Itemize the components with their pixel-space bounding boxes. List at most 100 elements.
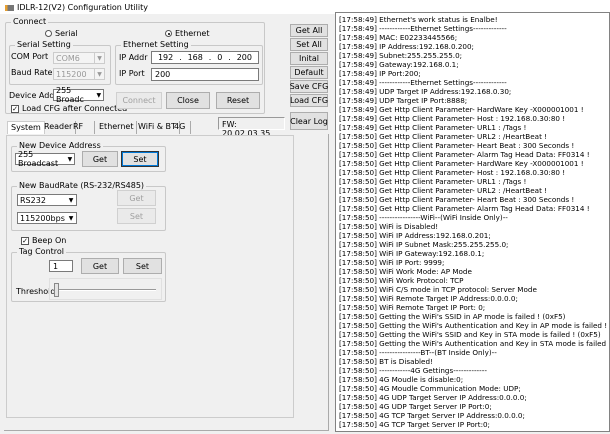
tag-set-button[interactable]: Set xyxy=(123,258,162,274)
load-cfg-label: Load CFG after Connected xyxy=(22,104,128,113)
log-line: [17:58:49] Get Http Client Parameter- UR… xyxy=(339,123,527,132)
log-line: [17:58:49] UDP Target IP Port:8888; xyxy=(339,96,468,105)
log-line: [17:58:50] 4G Moudle Communication Mode:… xyxy=(339,384,521,393)
ip-addr-input[interactable]: 192. 168. 0. 200 xyxy=(151,51,259,64)
log-line: [17:58:49] ------------Ethernet Settings… xyxy=(339,24,507,33)
tab-system[interactable]: System xyxy=(7,121,45,134)
new-address-get-button[interactable]: Get xyxy=(82,151,118,167)
baud-rate-label: Baud Rate xyxy=(11,68,53,77)
log-line: [17:58:49] Subnet:255.255.255.0; xyxy=(339,51,463,60)
baudrate-get-button[interactable]: Get xyxy=(117,190,156,206)
log-line: [17:58:50] Getting the WiFi's SSID in AP… xyxy=(339,312,566,321)
new-baudrate-label: New BaudRate (RS-232/RS485) xyxy=(17,181,147,190)
com-port-select[interactable]: COM6 ▼ xyxy=(53,52,105,64)
log-line: [17:58:49] ------------Ethernet Settings… xyxy=(339,78,507,87)
check-icon: ✓ xyxy=(21,236,29,245)
radio-icon xyxy=(165,30,172,37)
chevron-down-icon: ▼ xyxy=(68,214,74,222)
firmware-version: FW: 20.02.03.35 xyxy=(218,117,285,138)
log-line: [17:58:50] WiFi IP Port: 9999; xyxy=(339,258,445,267)
check-icon: ✓ xyxy=(11,104,19,113)
ip-port-label: IP Port xyxy=(119,69,145,78)
serial-radio[interactable]: Serial xyxy=(45,29,78,38)
side-button-load-cfg[interactable]: Load CFG xyxy=(290,94,328,107)
log-line: [17:58:50] ----------------BT--(BT Insid… xyxy=(339,348,497,357)
log-line: [17:58:50] BT is Disabled! xyxy=(339,357,433,366)
log-line: [17:58:49] Ethernet's work status is Ena… xyxy=(339,15,498,24)
connect-button[interactable]: Connect xyxy=(116,92,162,109)
slider-thumb[interactable] xyxy=(54,283,59,297)
device-addr-label: Device Addr xyxy=(9,91,58,100)
baudrate-set-button[interactable]: Set xyxy=(117,208,156,224)
radio-icon xyxy=(45,30,52,37)
serial-setting-label: Serial Setting xyxy=(15,40,73,49)
connect-label: Connect xyxy=(11,17,49,26)
log-line: [17:58:50] 4G TCP Target Server IP Port:… xyxy=(339,420,490,429)
interface-select[interactable]: RS232 ▼ xyxy=(17,194,77,206)
log-line: [17:58:50] Get Http Client Parameter- Al… xyxy=(339,204,590,213)
slider-track xyxy=(56,289,156,291)
reset-button[interactable]: Reset xyxy=(216,92,260,109)
ip-octet: 200 xyxy=(236,53,252,62)
side-button-inital[interactable]: Inital xyxy=(290,52,328,65)
beep-on-label: Beep On xyxy=(32,236,67,245)
new-address-select[interactable]: 255 Broadcast ▼ xyxy=(15,150,75,168)
new-address-set-button[interactable]: Set xyxy=(121,151,159,167)
side-button-default[interactable]: Default xyxy=(290,66,328,79)
log-line: [17:58:50] WiFi Remote Target IP Port: 0… xyxy=(339,303,486,312)
beep-on-checkbox[interactable]: ✓ Beep On xyxy=(21,236,66,245)
log-line: [17:58:49] Gateway:192.168.0.1; xyxy=(339,60,459,69)
interface-value: RS232 xyxy=(20,195,46,205)
ip-port-input[interactable]: 200 xyxy=(151,68,259,81)
ip-octet: 0 xyxy=(217,53,223,62)
log-line: [17:58:50] 4G UDP Target Server IP Addre… xyxy=(339,393,527,402)
ethernet-setting-label: Ethernet Setting xyxy=(121,40,191,49)
ip-octet: 192 xyxy=(157,53,174,62)
ethernet-radio[interactable]: Ethernet xyxy=(165,29,209,38)
log-line: [17:58:50] Get Http Client Parameter- UR… xyxy=(339,132,548,141)
threshold-slider[interactable] xyxy=(49,278,162,300)
side-button-get-all[interactable]: Get All xyxy=(290,24,328,37)
baudrate-select[interactable]: 115200bps ▼ xyxy=(17,212,77,224)
clear-log-button[interactable]: Clear Log xyxy=(290,112,328,130)
new-address-value: 255 Broadcast xyxy=(18,150,59,168)
log-line: [17:58:49] Get Http Client Parameter- Ha… xyxy=(339,105,584,114)
app-icon xyxy=(5,4,14,11)
log-output[interactable]: [17:58:49] Ethernet's work status is Ena… xyxy=(335,12,610,432)
log-line: [17:58:50] Get Http Client Parameter- He… xyxy=(339,195,575,204)
tag-get-button[interactable]: Get xyxy=(81,258,119,274)
device-addr-select[interactable]: 255 Broadc ▼ xyxy=(53,86,104,104)
log-line: [17:58:50] Get Http Client Parameter- Al… xyxy=(339,150,590,159)
chevron-down-icon: ▼ xyxy=(94,69,104,79)
tag-control-label: Tag Control xyxy=(17,247,67,256)
baud-rate-select[interactable]: 115200 ▼ xyxy=(53,68,105,80)
window-title: IDLR-12(V2) Configuration Utility xyxy=(17,3,148,12)
tab-4g[interactable]: 4G xyxy=(171,121,191,134)
log-line: [17:58:49] MAC: E02233445566; xyxy=(339,33,458,42)
log-line: [17:58:49] UDP Target IP Address:192.168… xyxy=(339,87,512,96)
close-button[interactable]: Close xyxy=(166,92,210,109)
com-port-label: COM Port xyxy=(11,52,49,61)
chevron-down-icon: ▼ xyxy=(68,196,74,204)
log-line: [17:58:50] WiFi IP Gateway:192.168.0.1; xyxy=(339,249,485,258)
log-line: [17:58:50] WiFi IP Address:192.168.0.201… xyxy=(339,231,491,240)
log-line: [17:58:49] IP Address:192.168.0.200; xyxy=(339,42,474,51)
load-cfg-checkbox[interactable]: ✓ Load CFG after Connected xyxy=(11,104,127,113)
new-device-address-label: New Device Address xyxy=(17,141,103,150)
log-line: [17:58:50] Get Http Client Parameter- Ha… xyxy=(339,159,584,168)
tab-ethernet[interactable]: Ethernet xyxy=(96,121,138,134)
log-line: [17:58:50] Get Http Client Parameter- UR… xyxy=(339,186,548,195)
side-button-set-all[interactable]: Set All xyxy=(290,38,328,51)
log-line: [17:58:50] WiFi IP Subnet Mask:255.255.2… xyxy=(339,240,509,249)
log-line: [17:58:50] ----------------WiFi--(WiFi I… xyxy=(339,213,508,222)
log-line: [17:58:50] WiFi Remote Target IP Address… xyxy=(339,294,518,303)
ip-octet: 168 xyxy=(187,53,203,62)
log-line: [17:58:50] 4G TCP Target Server IP Addre… xyxy=(339,411,525,420)
log-line: [17:58:50] ------------4G Gettings------… xyxy=(339,366,487,375)
side-button-save-cfg[interactable]: Save CFG xyxy=(290,80,328,93)
log-line: [17:58:50] Get Http Client Parameter- Ho… xyxy=(339,168,566,177)
tab-rf[interactable]: RF xyxy=(70,121,95,134)
tag-value-input[interactable]: 1 xyxy=(49,260,73,272)
log-line: [17:58:49] Get Http Client Parameter- Ho… xyxy=(339,114,566,123)
log-line: [17:58:50] Get Http Client Parameter- UR… xyxy=(339,177,527,186)
